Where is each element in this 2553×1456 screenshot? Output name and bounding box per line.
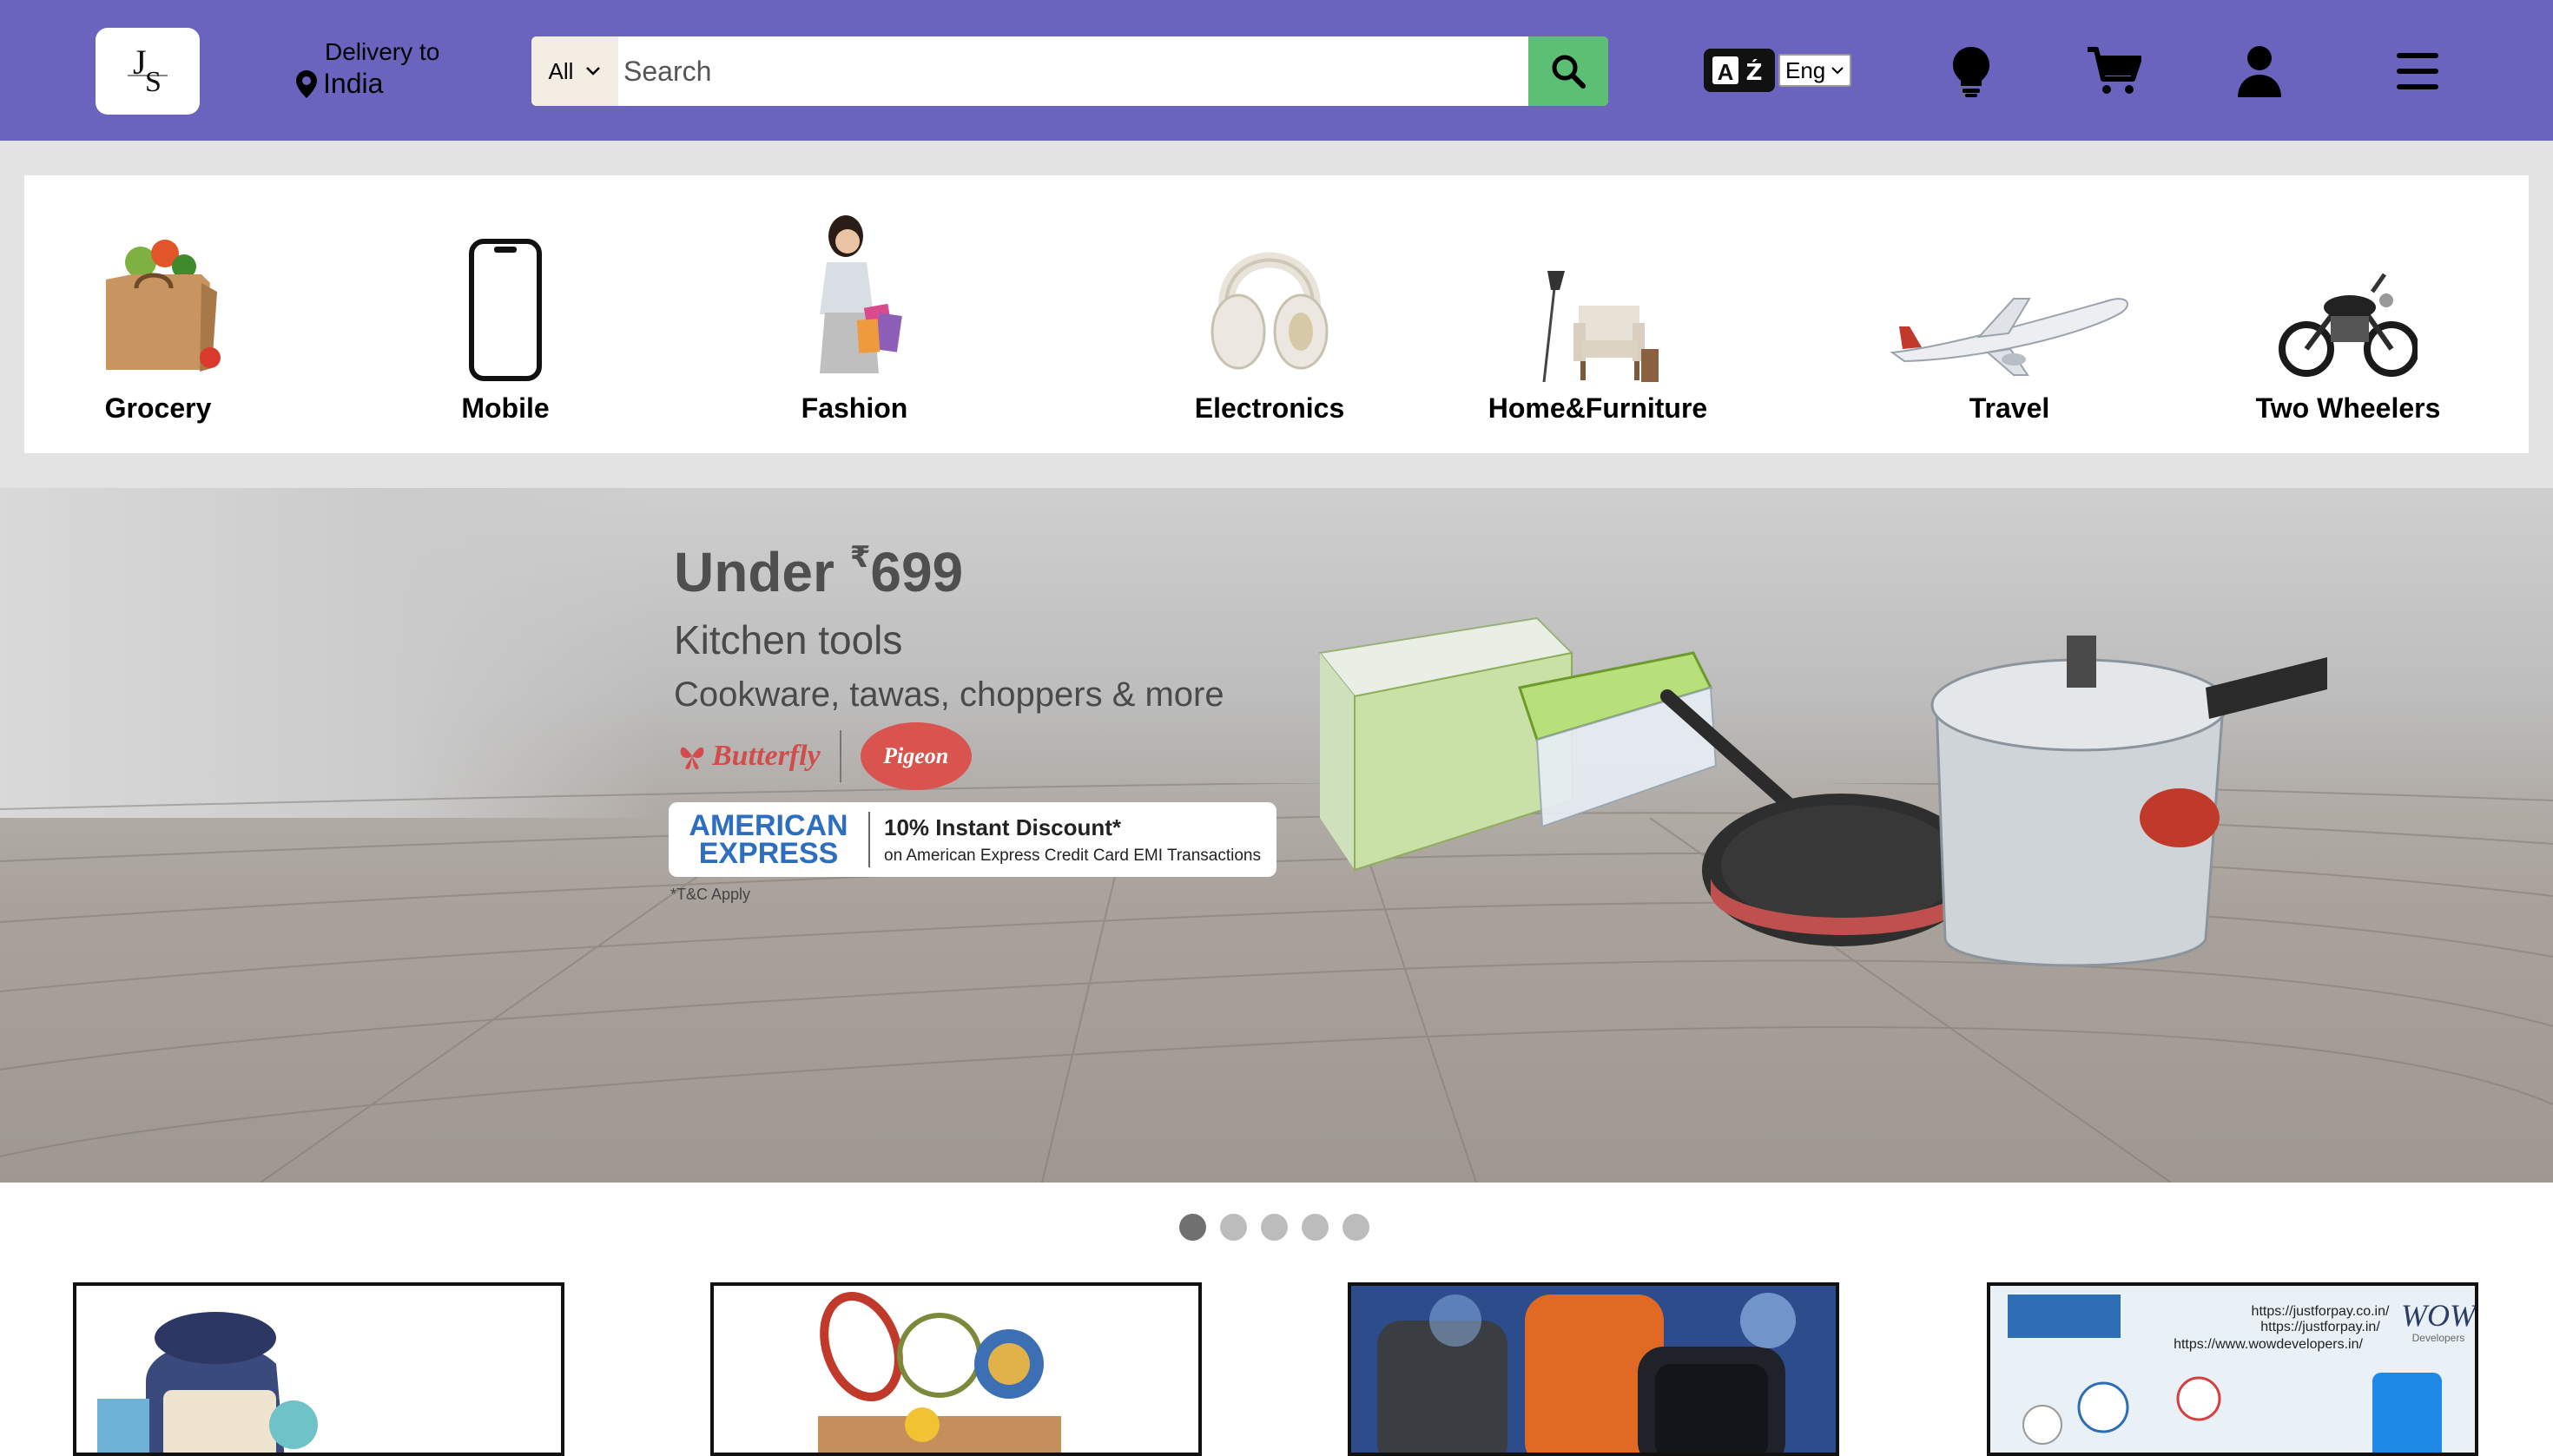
category-label: Two Wheelers (2255, 392, 2441, 424)
brand-divider (839, 730, 841, 782)
pigeon-logo: Pigeon (860, 722, 972, 790)
product-card-sports[interactable] (710, 1282, 1202, 1456)
pigeon-brand-name: Pigeon (883, 743, 949, 768)
product-card-smartwatches[interactable] (1348, 1282, 1839, 1456)
category-mobile[interactable]: Mobile (384, 210, 627, 425)
carousel-dot-2[interactable] (1220, 1214, 1247, 1241)
category-fashion[interactable]: Fashion (733, 210, 976, 425)
wow-logo: WOW (2401, 1298, 2478, 1333)
logo-mark-icon: J S (128, 43, 168, 98)
search-category-select[interactable]: All (531, 36, 618, 106)
site-logo[interactable]: J S (96, 28, 200, 115)
butterfly-icon (680, 747, 704, 770)
top-navbar: J S Delivery to India All Search A Ź Eng (0, 0, 2553, 141)
delivery-label: Delivery to (325, 38, 440, 65)
banner-brands: Butterfly Pigeon (677, 722, 972, 790)
airplane-image (1883, 210, 2135, 384)
banner-copy: Under ₹699 Kitchen tools Cookware, tawas… (674, 540, 1224, 715)
offer-description: on American Express Credit Card EMI Tran… (884, 846, 1262, 865)
cart-icon[interactable] (2081, 38, 2147, 104)
search-bar: All (531, 36, 1608, 106)
amex-logo: AMERICAN EXPRESS (669, 809, 868, 870)
category-electronics[interactable]: Electronics (1148, 210, 1391, 425)
search-input[interactable] (618, 36, 1528, 106)
carousel-dot-4[interactable] (1302, 1214, 1329, 1241)
headline-price: 699 (870, 541, 964, 603)
backpack-school-supplies-image (97, 1312, 318, 1453)
armchair-lamp-image (1528, 210, 1667, 384)
svg-text:S: S (145, 66, 162, 98)
currency-symbol: ₹ (849, 541, 871, 574)
category-label: Electronics (1194, 392, 1345, 424)
banner-subtitle: Cookware, tawas, choppers & more (674, 675, 1224, 714)
fashion-shopper-image (794, 210, 915, 384)
category-travel[interactable]: Travel (1879, 210, 2140, 425)
category-label: Travel (1969, 392, 2050, 424)
url-justforpay-in: https://justforpay.in/ (2260, 1320, 2380, 1334)
banner-background-blur (0, 488, 660, 818)
delivery-country: India (323, 68, 384, 99)
promo-banner[interactable]: Under ₹699 Kitchen tools Cookware, tawas… (0, 488, 2553, 1183)
carousel-dot-3[interactable] (1261, 1214, 1288, 1241)
amex-offer-card: AMERICAN EXPRESS 10% Instant Discount* o… (669, 802, 1276, 877)
motorcycle-image (2279, 210, 2418, 384)
search-category-value: All (548, 57, 574, 84)
carousel-dot-5[interactable] (1342, 1214, 1369, 1241)
headline-prefix: Under (674, 541, 850, 603)
terms-note: *T&C Apply (670, 886, 751, 903)
banner-title: Kitchen tools (674, 617, 903, 662)
delivery-location[interactable]: Delivery to India (295, 38, 439, 100)
category-home-furniture[interactable]: Home&Furniture (1468, 210, 1728, 425)
category-label: Fashion (801, 392, 908, 424)
banner-headline: Under ₹699 (674, 540, 1224, 604)
sports-equipment-box-image (818, 1291, 1061, 1453)
lightbulb-icon[interactable] (1938, 38, 2004, 104)
url-wowdevelopers: https://www.wowdevelopers.in/ (2174, 1337, 2363, 1352)
search-icon (1552, 55, 1586, 89)
category-two-wheelers[interactable]: Two Wheelers (2218, 210, 2478, 425)
butterfly-brand-name: Butterfly (712, 740, 821, 772)
chevron-down-icon (1831, 67, 1844, 75)
carousel-dot-1[interactable] (1179, 1214, 1206, 1241)
user-icon[interactable] (2226, 38, 2292, 104)
mobile-phone-image (466, 210, 544, 384)
amex-offer-text: 10% Instant Discount* on American Expres… (870, 814, 1261, 866)
chevron-down-icon (586, 67, 601, 76)
butterfly-logo: Butterfly (677, 740, 821, 773)
category-strip: Grocery Mobile Fashion Electronics Home&… (24, 175, 2529, 453)
category-grocery[interactable]: Grocery (36, 210, 280, 425)
category-label: Mobile (461, 392, 550, 424)
headphones-image (1209, 210, 1330, 384)
url-justforpay-co-in: https://justforpay.co.in/ (2252, 1304, 2390, 1319)
amex-logo-line1: AMERICAN (689, 809, 848, 842)
kitchen-products-image (1318, 616, 2327, 967)
justforpay-wow-developers-image: https://justforpay.co.in/ https://justfo… (2008, 1295, 2478, 1453)
product-card-justforpay[interactable]: https://justforpay.co.in/ https://justfo… (1987, 1282, 2478, 1456)
wow-logo-sub: Developers (2412, 1332, 2465, 1344)
translate-icon: A Ź (1704, 49, 1775, 92)
menu-icon[interactable] (2385, 38, 2451, 104)
language-dropdown[interactable]: Eng (1778, 54, 1852, 87)
location-pin-icon (296, 69, 317, 98)
amex-logo-line2: EXPRESS (698, 837, 839, 870)
carousel-indicators (1179, 1214, 1369, 1241)
product-card-backpack[interactable] (73, 1282, 564, 1456)
language-value: Eng (1785, 56, 1826, 83)
search-button[interactable] (1528, 36, 1608, 106)
category-label: Home&Furniture (1488, 392, 1708, 424)
language-selector[interactable]: A Ź Eng (1704, 49, 1852, 92)
svg-text:A: A (1718, 59, 1734, 85)
grocery-bag-image (89, 210, 228, 384)
offer-title: 10% Instant Discount* (884, 814, 1122, 840)
svg-text:Ź: Ź (1746, 58, 1763, 86)
smartwatches-image (1377, 1293, 1796, 1453)
category-label: Grocery (104, 392, 212, 424)
